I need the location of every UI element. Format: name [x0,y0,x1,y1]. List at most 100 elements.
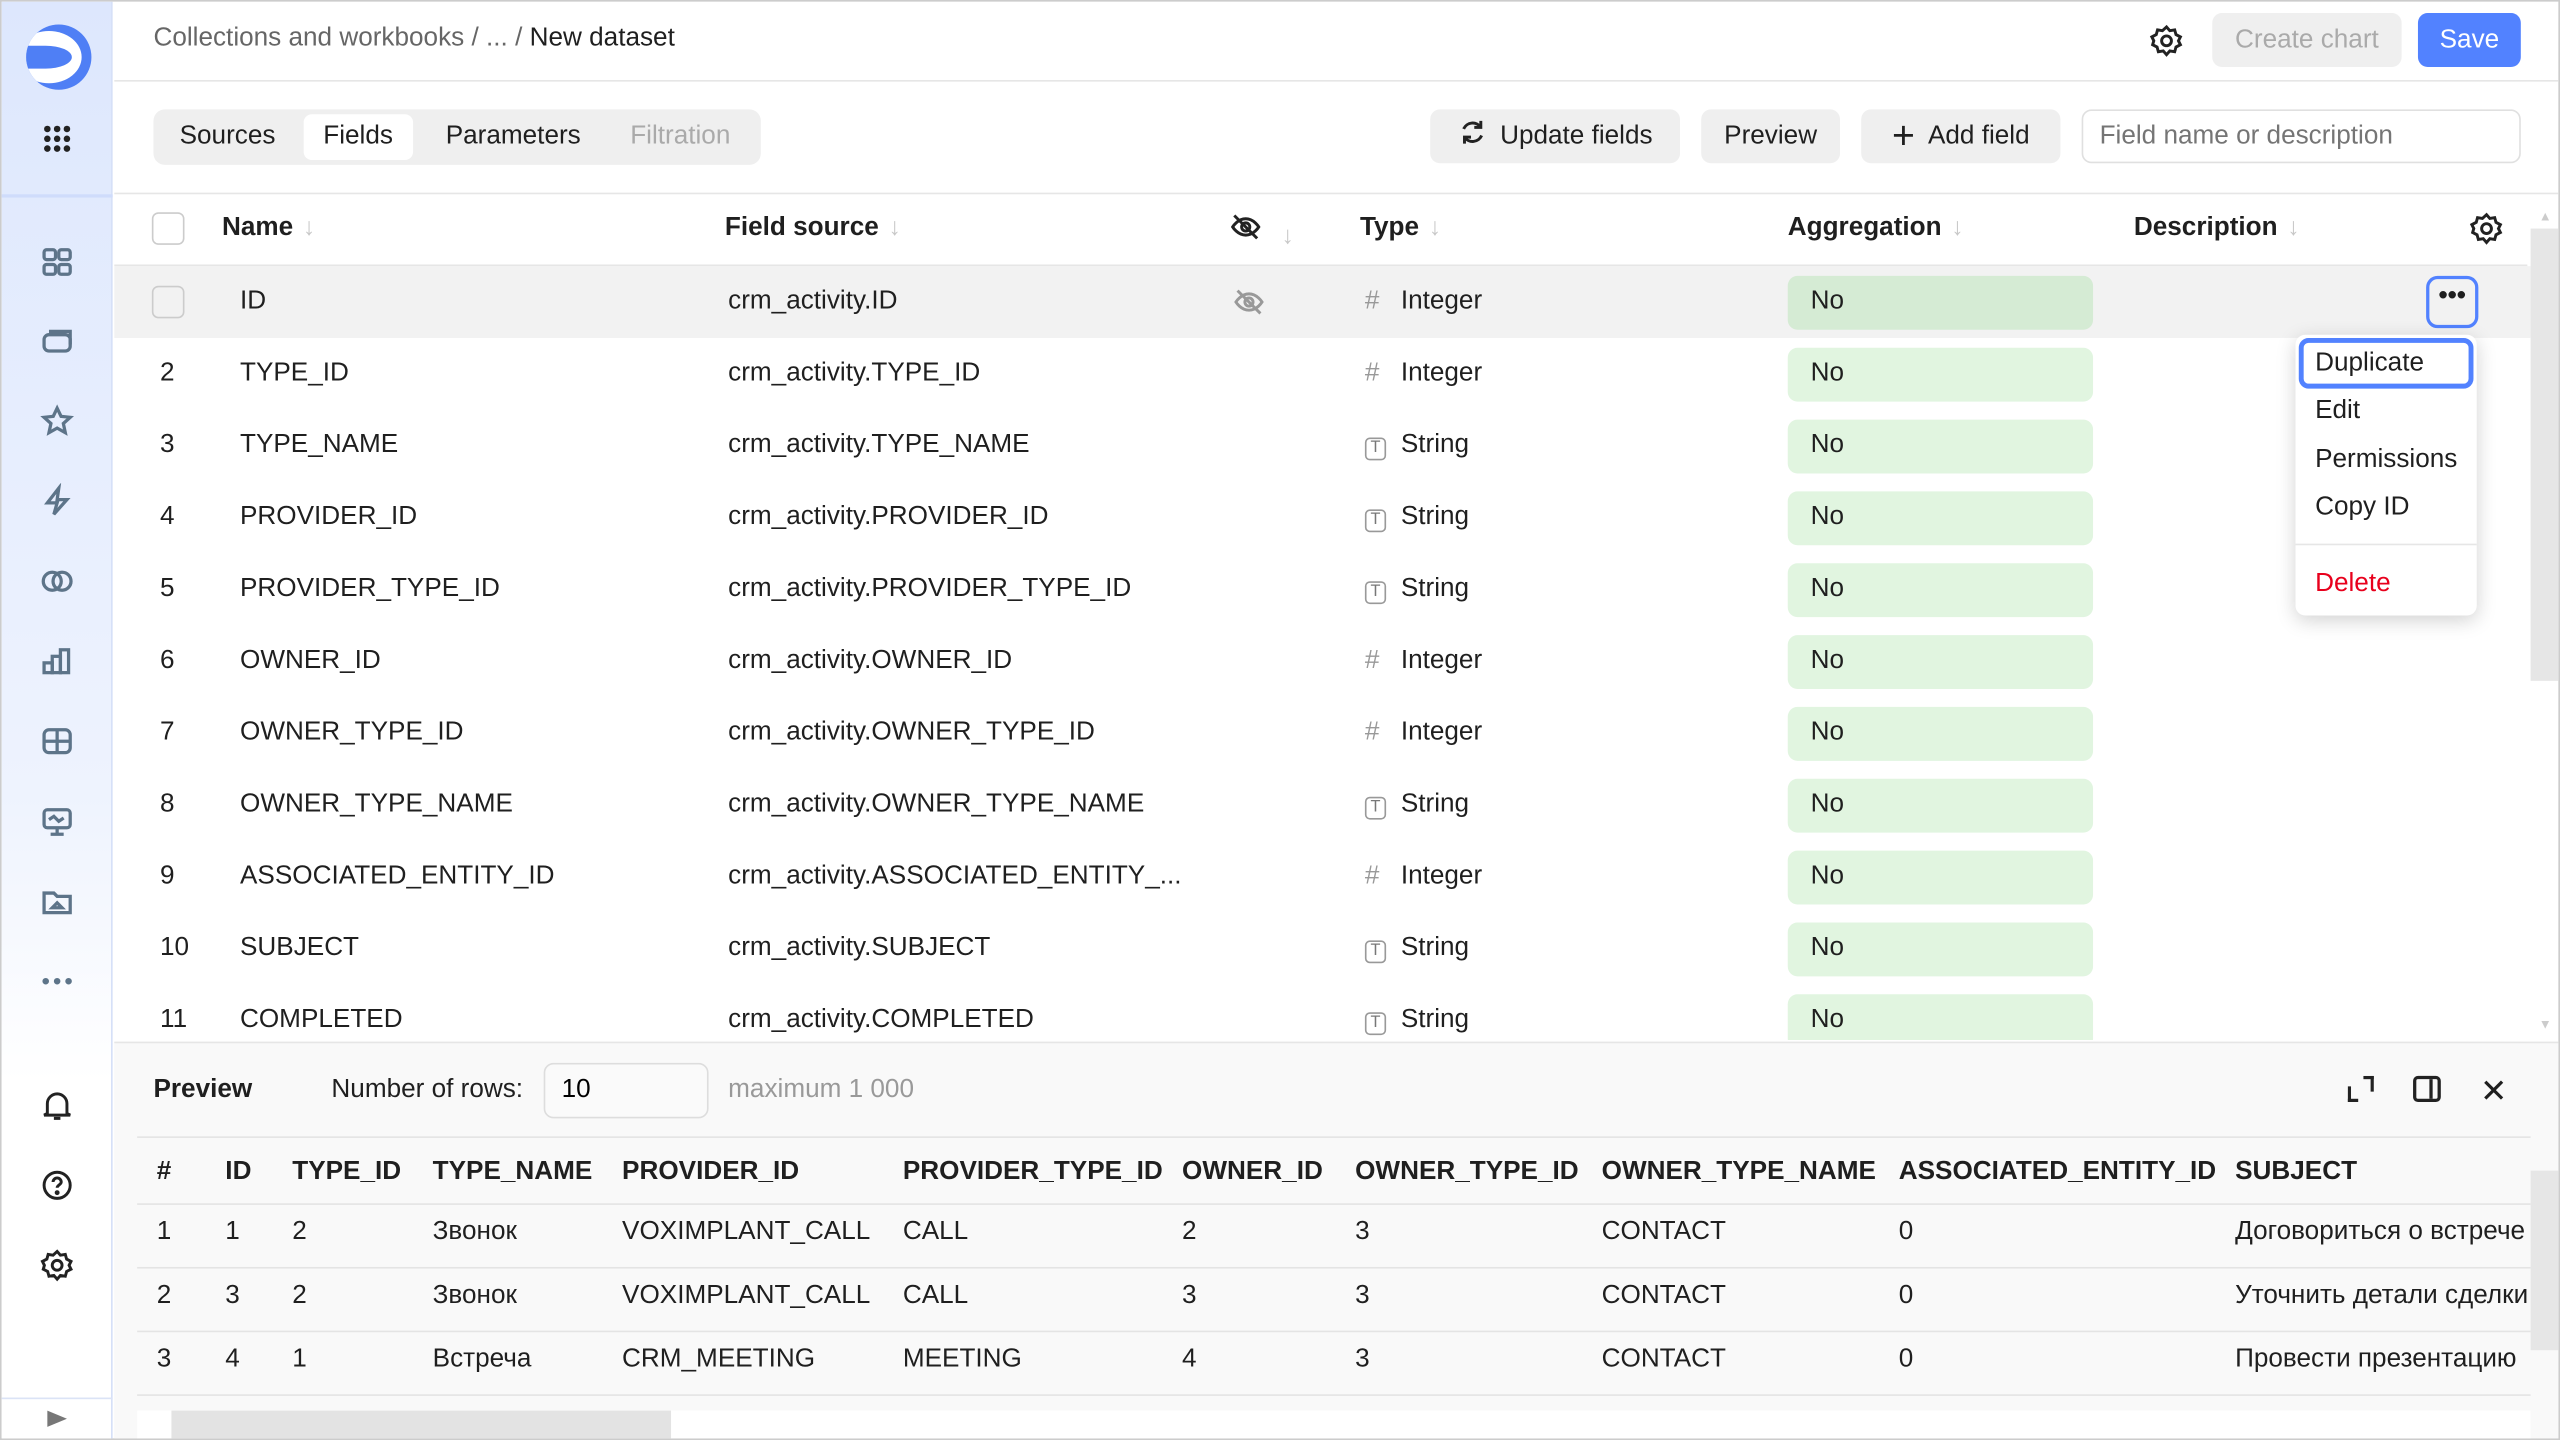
aggregation-select[interactable]: No [1787,563,2094,618]
row-number: 4 [159,502,175,531]
row-context-menu: Duplicate Edit Permissions Copy ID Delet… [2295,334,2477,616]
field-source[interactable]: crm_activity.OWNER_TYPE_NAME [728,790,1144,819]
field-name[interactable]: OWNER_ID [240,647,381,676]
menu-item-permissions[interactable]: Permissions [2315,446,2457,475]
preview-cell: 2 [292,1217,307,1246]
aggregation-select[interactable]: No [1787,275,2094,330]
field-name[interactable]: ID [240,287,266,316]
expand-sidebar-icon[interactable] [47,1410,67,1427]
aggregation-select[interactable]: No [1787,706,2094,761]
field-row[interactable]: 3 TYPE_NAME crm_activity.TYPE_NAME T String N… [114,410,2530,482]
preview-cell: Звонок [432,1217,517,1246]
field-type[interactable]: String [1401,503,1469,532]
preview-title: Preview [153,1075,253,1104]
field-source[interactable]: crm_activity.OWNER_ID [728,647,1012,676]
field-row[interactable]: 10 SUBJECT crm_activity.SUBJECT T String No [114,913,2530,985]
field-type[interactable]: String [1401,431,1469,460]
preview-cell: 3 [156,1345,172,1374]
field-name[interactable]: PROVIDER_TYPE_ID [240,575,500,604]
aggregation-select[interactable]: No [1787,491,2094,546]
row-checkbox[interactable] [151,285,185,319]
field-row[interactable]: 6 OWNER_ID crm_activity.OWNER_ID # Integer No [114,625,2530,697]
field-source[interactable]: crm_activity.PROVIDER_ID [728,503,1048,532]
aggregation-select[interactable]: No [1787,994,2094,1040]
field-source[interactable]: crm_activity.SUBJECT [728,934,990,963]
field-name[interactable]: OWNER_TYPE_ID [240,718,464,747]
field-name[interactable]: TYPE_NAME [240,431,398,460]
aggregation-select[interactable]: No [1787,419,2094,474]
aggregation-select[interactable]: No [1787,347,2094,402]
side-panel-icon[interactable] [2413,1075,2441,1103]
menu-item-copy-id[interactable]: Copy ID [2315,493,2409,522]
field-name[interactable]: SUBJECT [240,934,359,963]
field-name[interactable]: ASSOCIATED_ENTITY_ID [240,862,555,891]
field-row[interactable]: 9 ASSOCIATED_ENTITY_ID crm_activity.ASSOCI… [114,841,2530,913]
fields-scrollbar[interactable]: ▲ ▼ [2530,206,2559,1032]
field-name[interactable]: COMPLETED [240,1006,403,1035]
bell-icon[interactable] [38,1086,77,1125]
field-type[interactable]: Integer [1401,647,1482,676]
field-name[interactable]: OWNER_TYPE_NAME [240,790,513,819]
aggregation-select[interactable]: No [1787,922,2094,977]
close-preview-icon[interactable]: ✕ [2480,1071,2507,1112]
settings-icon[interactable] [38,1246,77,1285]
field-type[interactable]: String [1401,790,1469,819]
field-type[interactable]: String [1401,575,1469,604]
field-source[interactable]: crm_activity.ID [728,287,897,316]
preview-column-header: ID [225,1157,252,1186]
rows-count-input[interactable] [543,1062,709,1119]
field-type[interactable]: String [1401,1006,1469,1035]
preview-cell: 0 [1898,1281,1914,1310]
field-source[interactable]: crm_activity.TYPE_ID [728,359,980,388]
preview-cell: 3 [1182,1281,1197,1310]
field-name[interactable]: PROVIDER_ID [240,503,417,532]
field-source[interactable]: crm_activity.OWNER_TYPE_ID [728,718,1095,747]
preview-horizontal-scrollbar[interactable] [137,1410,2531,1439]
field-type[interactable]: Integer [1401,359,1482,388]
field-type[interactable]: String [1401,934,1469,963]
field-row[interactable]: ID crm_activity.ID # Integer No [114,266,2531,338]
field-type[interactable]: Integer [1401,718,1482,747]
menu-item-duplicate-label[interactable]: Duplicate [2315,349,2424,378]
field-source[interactable]: crm_activity.ASSOCIATED_ENTITY_... [728,862,1181,891]
preview-vertical-scrollbar[interactable] [2530,1141,2559,1402]
preview-column-header: OWNER_ID [1182,1157,1323,1186]
field-source[interactable]: crm_activity.COMPLETED [728,1006,1034,1035]
field-row[interactable]: 7 OWNER_TYPE_ID crm_activity.OWNER_TYPE_ID… [114,697,2530,769]
preview-cell: VOXIMPLANT_CALL [622,1281,871,1310]
field-row[interactable]: 4 PROVIDER_ID crm_activity.PROVIDER_ID T Str… [114,482,2530,554]
preview-column-header: ASSOCIATED_ENTITY_ID [1898,1157,2217,1186]
preview-column-header: # [156,1157,172,1186]
field-source[interactable]: crm_activity.TYPE_NAME [728,431,1029,460]
aggregation-select[interactable]: No [1787,778,2094,833]
field-row[interactable]: 11 COMPLETED crm_activity.COMPLETED T String… [114,984,2530,1040]
menu-item-edit[interactable]: Edit [2315,397,2360,426]
field-row[interactable]: 2 TYPE_ID crm_activity.TYPE_ID # Integer No [114,338,2530,410]
preview-cell: Провести презентацию [2235,1345,2517,1374]
row-number: 10 [159,933,190,962]
preview-cell: 3 [1355,1345,1370,1374]
field-type[interactable]: Integer [1401,287,1482,316]
aggregation-select[interactable]: No [1787,850,2094,905]
preview-cell: Договориться о встрече [2235,1217,2526,1246]
preview-panel: Preview Number of rows: maximum 1 000 ✕ … [114,1041,2559,1439]
menu-item-delete[interactable]: Delete [2315,570,2391,599]
text-type-icon: T [1364,503,1387,533]
field-row[interactable]: 8 OWNER_TYPE_NAME crm_activity.OWNER_TYPE_… [114,769,2530,841]
preview-cell: CALL [902,1217,969,1246]
eye-off-icon[interactable] [1233,286,1266,327]
field-name[interactable]: TYPE_ID [240,359,349,388]
hash-icon: # [1364,862,1380,890]
help-icon[interactable] [38,1166,77,1205]
row-actions-button[interactable]: ••• [2426,275,2479,329]
field-row[interactable]: 5 PROVIDER_TYPE_ID crm_activity.PROVIDER_T… [114,553,2530,625]
preview-cell: Уточнить детали сделки [2235,1281,2529,1310]
preview-cell: 2 [156,1281,172,1310]
field-type[interactable]: Integer [1401,862,1482,891]
preview-cell: 3 [1355,1217,1370,1246]
field-source[interactable]: crm_activity.PROVIDER_TYPE_ID [728,575,1131,604]
text-type-icon: T [1364,575,1387,605]
preview-cell: Встреча [432,1345,532,1374]
aggregation-select[interactable]: No [1787,635,2094,689]
preview-column-header: SUBJECT [2235,1157,2358,1186]
